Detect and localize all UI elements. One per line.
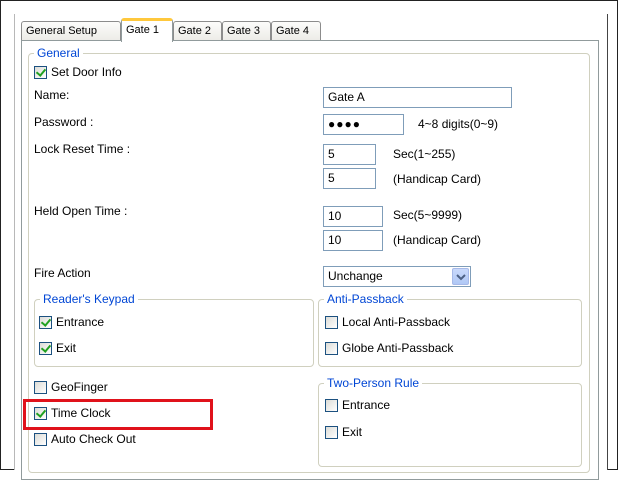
two-person-entrance-label[interactable]: Entrance <box>342 397 390 413</box>
name-label: Name: <box>34 88 70 102</box>
held-open-handicap-input[interactable]: 10 <box>323 230 383 251</box>
two-person-rule-title: Two-Person Rule <box>324 376 423 390</box>
globe-anti-passback-label[interactable]: Globe Anti-Passback <box>342 340 453 356</box>
set-door-info-checkbox[interactable] <box>34 66 47 79</box>
time-clock-label[interactable]: Time Clock <box>51 405 111 421</box>
local-anti-passback-checkbox[interactable] <box>325 316 338 329</box>
lock-reset-time-label: Lock Reset Time : <box>34 142 131 156</box>
tab-gate-3[interactable]: Gate 3 <box>222 21 271 41</box>
gate-1-panel: General Set Door Info Name: Gate A Passw… <box>21 40 599 480</box>
two-person-entrance-checkbox[interactable] <box>325 399 338 412</box>
geofinger-label[interactable]: GeoFinger <box>51 379 108 395</box>
keypad-exit-checkbox[interactable] <box>39 342 52 355</box>
tab-gate-2[interactable]: Gate 2 <box>173 21 222 41</box>
lock-reset-time-unit: Sec(1~255) <box>393 147 456 161</box>
tab-gate-1[interactable]: Gate 1 <box>121 18 173 42</box>
time-clock-checkbox[interactable] <box>34 407 47 420</box>
dropdown-arrow-icon[interactable] <box>452 268 469 285</box>
local-anti-passback-label[interactable]: Local Anti-Passback <box>342 314 450 330</box>
tab-general-setup[interactable]: General Setup <box>21 21 121 41</box>
held-open-time-unit: Sec(5~9999) <box>393 208 463 222</box>
geofinger-checkbox[interactable] <box>34 381 47 394</box>
tab-gate-4[interactable]: Gate 4 <box>271 21 321 41</box>
two-person-exit-checkbox[interactable] <box>325 426 338 439</box>
held-open-time-label: Held Open Time : <box>34 204 128 218</box>
readers-keypad-title: Reader's Keypad <box>40 292 138 306</box>
name-input[interactable]: Gate A <box>323 87 512 108</box>
password-label: Password : <box>34 115 94 129</box>
fire-action-select[interactable]: Unchange <box>323 266 471 287</box>
gate-settings-window: General Setup Gate 1 Gate 2 Gate 3 Gate … <box>14 14 608 480</box>
globe-anti-passback-checkbox[interactable] <box>325 342 338 355</box>
fire-action-label: Fire Action <box>34 266 91 280</box>
auto-check-out-checkbox[interactable] <box>34 433 47 446</box>
held-open-handicap-label: (Handicap Card) <box>393 233 482 247</box>
lock-reset-handicap-label: (Handicap Card) <box>393 172 482 186</box>
lock-reset-time-input[interactable]: 5 <box>323 144 376 165</box>
password-hint: 4~8 digits(0~9) <box>418 117 499 131</box>
general-group-title: General <box>34 46 83 60</box>
lock-reset-handicap-input[interactable]: 5 <box>323 168 376 189</box>
password-input[interactable]: ●●●● <box>323 114 404 135</box>
auto-check-out-label[interactable]: Auto Check Out <box>51 431 136 447</box>
keypad-entrance-checkbox[interactable] <box>39 316 52 329</box>
held-open-time-input[interactable]: 10 <box>323 206 383 227</box>
fire-action-selected-value: Unchange <box>328 269 383 283</box>
keypad-exit-label[interactable]: Exit <box>56 340 76 356</box>
two-person-exit-label[interactable]: Exit <box>342 424 362 440</box>
anti-passback-group <box>318 299 582 367</box>
anti-passback-title: Anti-Passback <box>324 292 407 306</box>
keypad-entrance-label[interactable]: Entrance <box>56 314 104 330</box>
readers-keypad-group <box>34 299 314 367</box>
tab-strip: General Setup Gate 1 Gate 2 Gate 3 Gate … <box>21 18 601 42</box>
set-door-info-label[interactable]: Set Door Info <box>51 64 122 80</box>
